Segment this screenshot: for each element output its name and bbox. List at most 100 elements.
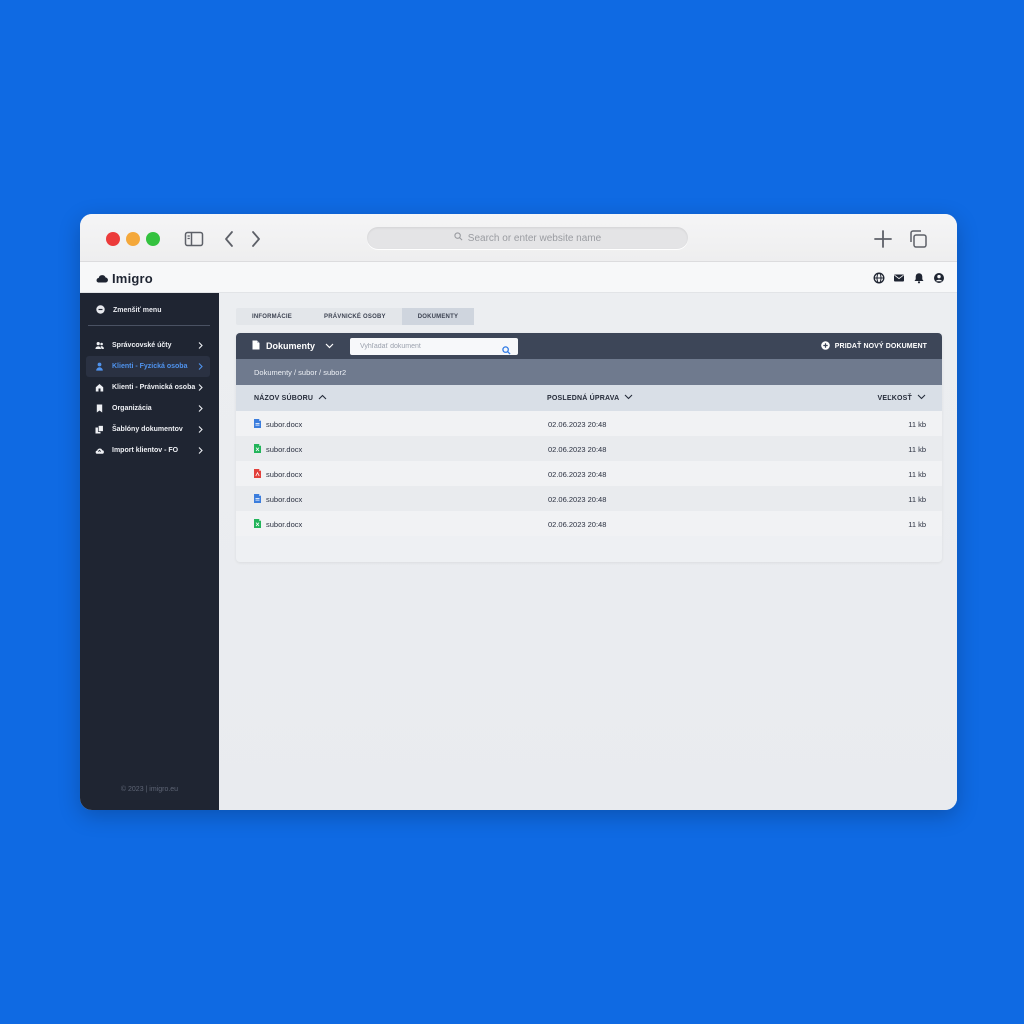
excel-file-icon (254, 444, 261, 455)
file-size: 11 kb (908, 420, 926, 429)
cloud-icon (95, 271, 108, 286)
address-bar[interactable]: Search or enter website name (367, 227, 688, 249)
globe-icon[interactable] (873, 271, 885, 284)
table-body: subor.docx 02.06.2023 20:48 11 kb subor.… (236, 411, 942, 536)
back-arrow-icon[interactable] (218, 228, 240, 250)
tab-pravnicke-osoby[interactable]: PRÁVNICKÉ OSOBY (308, 308, 402, 325)
shrink-menu-label: Zmenšiť menu (113, 307, 162, 314)
sidebar-item-label: Klienti - Fyzická osoba (112, 363, 188, 370)
table-row[interactable]: subor.docx 02.06.2023 20:48 11 kb (236, 461, 942, 486)
file-size: 11 kb (908, 520, 926, 529)
sidebar-nav: Správcovské účty Klienti - Fyzická osoba… (86, 335, 210, 461)
chevron-down-icon (325, 341, 334, 351)
sidebar-divider (88, 325, 210, 326)
sidebar-item-klienti-pravnicka-osoba[interactable]: Klienti - Právnická osoba (86, 377, 210, 398)
chevron-right-icon (196, 383, 204, 392)
person-icon (95, 362, 104, 371)
word-file-icon (254, 419, 261, 430)
sidebar-item-label: Správcovské účty (112, 342, 172, 349)
table-row[interactable]: subor.docx 02.06.2023 20:48 11 kb (236, 436, 942, 461)
app-logo[interactable]: Imigro (95, 271, 153, 286)
sidebar-item-label: Klienti - Právnická osoba (112, 384, 196, 391)
cloud-upload-icon (95, 446, 104, 455)
mail-icon[interactable] (893, 271, 905, 283)
file-name[interactable]: subor.docx (266, 470, 302, 479)
tab-dokumenty[interactable]: DOKUMENTY (401, 308, 475, 325)
shrink-menu-button[interactable]: Zmenšiť menu (96, 305, 161, 316)
building-icon (95, 383, 104, 392)
sidebar-item-sablony-dokumentov[interactable]: Šablóny dokumentov (86, 419, 210, 440)
file-size: 11 kb (908, 470, 926, 479)
documents-panel: Dokumenty PRIDAŤ NOVÝ DOKUMENT Dokumenty (236, 333, 942, 562)
forward-arrow-icon[interactable] (245, 228, 267, 250)
file-size: 11 kb (908, 445, 926, 454)
pdf-file-icon (254, 469, 261, 480)
breadcrumb[interactable]: Dokumenty / subor / subor2 (236, 359, 942, 385)
sidebar-item-import-klientov-fo[interactable]: Import klientov - FO (86, 440, 210, 461)
search-icon (454, 232, 463, 244)
documents-title: Dokumenty (266, 341, 316, 351)
file-modified-date: 02.06.2023 20:48 (548, 420, 607, 429)
browser-window: Search or enter website name Imigro Zmen… (80, 214, 957, 810)
add-document-button[interactable]: PRIDAŤ NOVÝ DOKUMENT (820, 341, 927, 352)
sidebar-toggle-icon[interactable] (183, 228, 205, 250)
table-row[interactable]: subor.docx 02.06.2023 20:48 11 kb (236, 411, 942, 436)
file-modified-date: 02.06.2023 20:48 (548, 495, 607, 504)
tab-overview-icon[interactable] (907, 228, 929, 250)
sidebar-item-label: Šablóny dokumentov (112, 426, 183, 433)
bell-icon[interactable] (913, 271, 925, 284)
bookmark-icon (95, 404, 104, 413)
column-header-name[interactable]: NÁZOV SÚBORU (254, 394, 327, 402)
chevron-right-icon (196, 446, 204, 455)
file-modified-date: 02.06.2023 20:48 (548, 445, 607, 454)
file-name[interactable]: subor.docx (266, 445, 302, 454)
tab-bar: INFORMÁCIE PRÁVNICKÉ OSOBY DOKUMENTY (236, 308, 475, 325)
minimize-window-button[interactable] (126, 232, 140, 246)
chevron-up-icon (318, 394, 327, 402)
column-header-size[interactable]: VEĽKOSŤ (878, 394, 926, 402)
sidebar-item-label: Import klientov - FO (112, 447, 179, 454)
table-header: NÁZOV SÚBORU POSLEDNÁ ÚPRAVA VEĽKOSŤ (236, 385, 942, 411)
chevron-right-icon (196, 425, 204, 434)
file-name[interactable]: subor.docx (266, 420, 302, 429)
chevron-right-icon (196, 341, 204, 350)
table-row[interactable]: subor.docx 02.06.2023 20:48 11 kb (236, 486, 942, 511)
chevron-down-icon (917, 394, 926, 402)
users-icon (95, 341, 104, 350)
word-file-icon (254, 494, 261, 505)
file-name[interactable]: subor.docx (266, 495, 302, 504)
main-content: INFORMÁCIE PRÁVNICKÉ OSOBY DOKUMENTY Dok… (219, 293, 957, 810)
document-search-input[interactable] (350, 338, 518, 355)
address-bar-placeholder: Search or enter website name (467, 232, 602, 244)
browser-toolbar: Search or enter website name (80, 214, 957, 262)
document-icon (252, 340, 260, 352)
file-name[interactable]: subor.docx (266, 520, 302, 529)
templates-icon (95, 425, 104, 434)
maximize-window-button[interactable] (146, 232, 160, 246)
documents-dropdown[interactable]: Dokumenty (252, 340, 334, 352)
app-header: Imigro (80, 262, 957, 293)
table-row[interactable]: subor.docx 02.06.2023 20:48 11 kb (236, 511, 942, 536)
sidebar: Zmenšiť menu Správcovské účty Klienti - … (80, 293, 219, 810)
tab-informacie[interactable]: INFORMÁCIE (236, 308, 308, 325)
column-header-date[interactable]: POSLEDNÁ ÚPRAVA (547, 394, 633, 402)
sidebar-item-klienti-fyzicka-osoba[interactable]: Klienti - Fyzická osoba (86, 356, 210, 377)
documents-panel-header: Dokumenty PRIDAŤ NOVÝ DOKUMENT (236, 333, 942, 359)
add-document-label: PRIDAŤ NOVÝ DOKUMENT (834, 343, 927, 350)
close-window-button[interactable] (106, 232, 120, 246)
new-tab-plus-icon[interactable] (872, 228, 894, 250)
minus-circle-icon (96, 305, 105, 316)
sidebar-item-label: Organizácia (112, 405, 152, 412)
search-icon[interactable] (502, 342, 511, 355)
sidebar-item-organizacia[interactable]: Organizácia (86, 398, 210, 419)
excel-file-icon (254, 519, 261, 530)
app-name: Imigro (112, 271, 153, 286)
chevron-right-icon (196, 404, 204, 413)
file-modified-date: 02.06.2023 20:48 (548, 470, 607, 479)
user-account-icon[interactable] (933, 271, 945, 283)
file-size: 11 kb (908, 495, 926, 504)
plus-circle-icon (820, 341, 830, 352)
chevron-right-icon (196, 362, 204, 371)
file-modified-date: 02.06.2023 20:48 (548, 520, 607, 529)
sidebar-item-spravcovske-ucty[interactable]: Správcovské účty (86, 335, 210, 356)
